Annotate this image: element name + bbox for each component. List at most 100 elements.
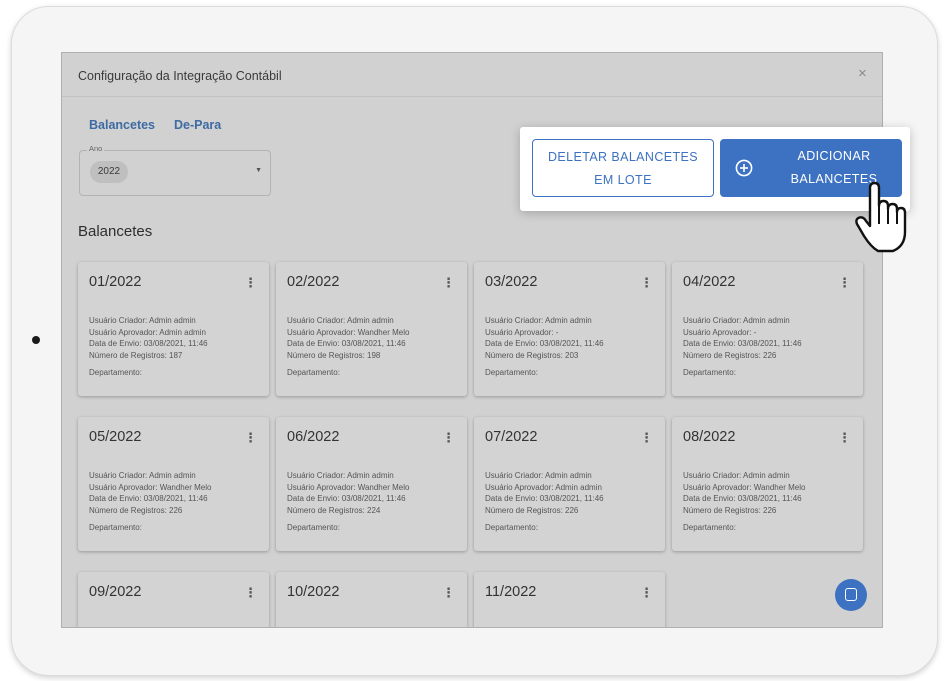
year-select[interactable]: Ano 2022 ▼ <box>79 144 271 196</box>
card-creator: Usuário Criador: Admin admin <box>683 316 790 325</box>
card-send-date: Data de Envio: 03/08/2021, 11:46 <box>683 494 802 504</box>
card-period: 10/2022 <box>287 584 340 600</box>
card-approver: Usuário Aprovador: Wandher Melo <box>287 327 410 337</box>
card-approver: Usuário Aprovador: Wandher Melo <box>287 482 410 492</box>
card-department: Departamento: <box>287 523 340 532</box>
card-send-date: Data de Envio: 03/08/2021, 11:46 <box>287 339 406 349</box>
balancete-card[interactable]: 06/2022 ⋮ Usuário Criador: Admin admin Usuá… <box>276 417 467 551</box>
card-period: 05/2022 <box>89 429 142 445</box>
card-creator: Usuário Criador: Admin admin <box>485 471 592 480</box>
more-vert-icon[interactable]: ⋮ <box>244 430 257 446</box>
card-details: Usuário Criador: Admin admin Usuário Apro… <box>287 315 409 362</box>
card-creator: Usuário Criador: Admin admin <box>485 316 592 325</box>
card-period: 04/2022 <box>683 274 736 290</box>
card-record-count: Número de Registros: 226 <box>683 351 777 361</box>
chat-icon <box>845 588 857 601</box>
card-record-count: Número de Registros: 226 <box>485 506 579 516</box>
balancete-card[interactable]: 07/2022 ⋮ Usuário Criador: Admin admin Usuá… <box>474 417 665 551</box>
card-record-count: Número de Registros: 203 <box>485 351 579 361</box>
card-period: 07/2022 <box>485 429 538 445</box>
more-vert-icon[interactable]: ⋮ <box>442 275 455 291</box>
tab-de-para[interactable]: De-Para <box>174 118 221 132</box>
chat-button[interactable] <box>835 579 867 611</box>
hand-pointer-icon <box>855 181 907 253</box>
card-department: Departamento: <box>89 523 142 532</box>
card-department: Departamento: <box>485 368 538 377</box>
card-creator: Usuário Criador: Admin admin <box>287 316 394 325</box>
card-send-date: Data de Envio: 03/08/2021, 11:46 <box>287 494 406 504</box>
card-details: Usuário Criador: Admin admin Usuário Apro… <box>485 470 604 517</box>
plus-circle-icon <box>735 159 753 177</box>
card-approver: Usuário Aprovador: Admin admin <box>485 482 602 492</box>
more-vert-icon[interactable]: ⋮ <box>640 275 653 291</box>
card-approver: Usuário Aprovador: Admin admin <box>89 327 206 337</box>
header-divider <box>62 96 882 97</box>
delete-batch-button[interactable]: DELETAR BALANCETES EM LOTE <box>532 139 714 197</box>
card-creator: Usuário Criador: Admin admin <box>683 471 790 480</box>
card-send-date: Data de Envio: 03/08/2021, 11:46 <box>89 494 208 504</box>
card-details: Usuário Criador: Admin admin Usuário Apro… <box>89 470 211 517</box>
card-department: Departamento: <box>485 523 538 532</box>
section-title: Balancetes <box>78 223 153 240</box>
card-approver: Usuário Aprovador: Wandher Melo <box>683 482 806 492</box>
card-details: Usuário Criador: Admin admin Usuário Apro… <box>485 315 604 362</box>
balancete-card[interactable]: 02/2022 ⋮ Usuário Criador: Admin admin Usuá… <box>276 262 467 396</box>
card-details: Usuário Criador: Admin admin Usuário Apro… <box>89 315 208 362</box>
card-details: Usuário Criador: Admin admin Usuário Apro… <box>287 470 409 517</box>
chevron-down-icon[interactable]: ▼ <box>255 167 262 174</box>
more-vert-icon[interactable]: ⋮ <box>838 430 851 446</box>
balancete-card[interactable]: 01/2022 ⋮ Usuário Criador: Admin admin Usuá… <box>78 262 269 396</box>
card-details: Usuário Criador: Admin admin Usuário Apro… <box>683 315 802 362</box>
card-department: Departamento: <box>683 523 736 532</box>
more-vert-icon[interactable]: ⋮ <box>442 585 455 601</box>
card-period: 08/2022 <box>683 429 736 445</box>
card-period: 02/2022 <box>287 274 340 290</box>
more-vert-icon[interactable]: ⋮ <box>640 585 653 601</box>
camera-dot <box>32 336 40 344</box>
card-send-date: Data de Envio: 03/08/2021, 11:46 <box>485 339 604 349</box>
card-approver: Usuário Aprovador: - <box>683 327 757 337</box>
card-record-count: Número de Registros: 224 <box>287 506 381 516</box>
card-period: 03/2022 <box>485 274 538 290</box>
more-vert-icon[interactable]: ⋮ <box>640 430 653 446</box>
card-period: 06/2022 <box>287 429 340 445</box>
card-period: 01/2022 <box>89 274 142 290</box>
more-vert-icon[interactable]: ⋮ <box>838 275 851 291</box>
more-vert-icon[interactable]: ⋮ <box>244 585 257 601</box>
card-record-count: Número de Registros: 226 <box>89 506 183 516</box>
card-approver: Usuário Aprovador: - <box>485 327 559 337</box>
year-chip[interactable]: 2022 <box>90 161 128 183</box>
card-send-date: Data de Envio: 03/08/2021, 11:46 <box>683 339 802 349</box>
card-department: Departamento: <box>89 368 142 377</box>
card-details: Usuário Criador: Admin admin Usuário Apro… <box>683 470 805 517</box>
balancete-card[interactable]: 05/2022 ⋮ Usuário Criador: Admin admin Usuá… <box>78 417 269 551</box>
card-record-count: Número de Registros: 187 <box>89 351 183 361</box>
card-record-count: Número de Registros: 198 <box>287 351 381 361</box>
card-record-count: Número de Registros: 226 <box>683 506 777 516</box>
card-send-date: Data de Envio: 03/08/2021, 11:46 <box>485 494 604 504</box>
balancete-card[interactable]: 11/2022 ⋮ <box>474 572 665 627</box>
balancete-card[interactable]: 10/2022 ⋮ <box>276 572 467 627</box>
delete-batch-label-line1: DELETAR BALANCETES <box>547 150 699 164</box>
card-period: 09/2022 <box>89 584 142 600</box>
tab-balancetes[interactable]: Balancetes <box>89 118 155 132</box>
balancete-card[interactable]: 04/2022 ⋮ Usuário Criador: Admin admin Usuá… <box>672 262 863 396</box>
card-creator: Usuário Criador: Admin admin <box>89 471 196 480</box>
card-send-date: Data de Envio: 03/08/2021, 11:46 <box>89 339 208 349</box>
balancete-card[interactable]: 09/2022 ⋮ <box>78 572 269 627</box>
card-period: 11/2022 <box>485 584 537 600</box>
balancete-card[interactable]: 08/2022 ⋮ Usuário Criador: Admin admin Usuá… <box>672 417 863 551</box>
more-vert-icon[interactable]: ⋮ <box>244 275 257 291</box>
dialog-title: Configuração da Integração Contábil <box>78 69 282 83</box>
card-department: Departamento: <box>683 368 736 377</box>
card-creator: Usuário Criador: Admin admin <box>89 316 196 325</box>
card-department: Departamento: <box>287 368 340 377</box>
card-approver: Usuário Aprovador: Wandher Melo <box>89 482 212 492</box>
balancete-card[interactable]: 03/2022 ⋮ Usuário Criador: Admin admin Usuá… <box>474 262 665 396</box>
year-select-label: Ano <box>87 144 105 153</box>
more-vert-icon[interactable]: ⋮ <box>442 430 455 446</box>
close-icon[interactable]: × <box>858 65 867 82</box>
add-balancetes-label-line1: ADICIONAR <box>797 149 871 163</box>
card-creator: Usuário Criador: Admin admin <box>287 471 394 480</box>
delete-batch-label-line2: EM LOTE <box>594 173 652 187</box>
